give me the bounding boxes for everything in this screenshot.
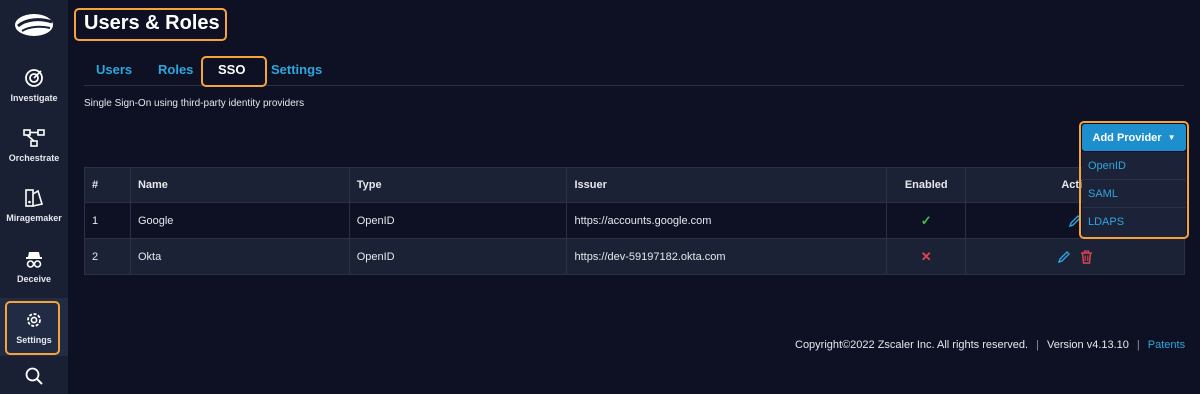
page-subtitle: Single Sign-On using third-party identit…	[84, 98, 305, 109]
tab-bar: Users Roles SSO Settings	[84, 56, 1184, 86]
miragemaker-icon	[25, 188, 44, 207]
investigate-icon	[25, 68, 43, 87]
cloud-logo-icon	[15, 14, 53, 36]
nav-miragemaker[interactable]: Miragemaker	[0, 176, 68, 234]
cell-number: 1	[84, 202, 131, 239]
cell-number: 2	[84, 238, 131, 275]
cross-icon: ✕	[920, 248, 932, 264]
copyright-text: Copyright©2022 Zscaler Inc. All rights r…	[795, 339, 1029, 351]
zscaler-logo[interactable]	[0, 0, 68, 48]
nav-investigate-label: Investigate	[10, 92, 58, 103]
cell-type: OpenID	[348, 202, 568, 239]
cell-name: Okta	[129, 238, 350, 275]
nav-investigate[interactable]: Investigate	[0, 56, 68, 114]
nav-miragemaker-label: Miragemaker	[6, 212, 62, 223]
cell-enabled: ✓	[886, 202, 967, 239]
tab-users[interactable]: Users	[96, 62, 132, 77]
cell-actions	[965, 238, 1185, 275]
footer-divider: |	[1136, 339, 1140, 351]
add-provider-label: Add Provider	[1092, 131, 1162, 144]
gear-icon	[27, 312, 41, 327]
deceive-icon	[26, 251, 42, 268]
tab-settings[interactable]: Settings	[271, 62, 322, 77]
add-provider-button[interactable]: Add Provider ▼	[1082, 124, 1186, 151]
nav-deceive[interactable]: Deceive	[0, 237, 68, 295]
footer: Copyright©2022 Zscaler Inc. All rights r…	[795, 339, 1185, 351]
cell-type: OpenID	[348, 238, 568, 275]
edit-pencil-icon[interactable]	[1068, 214, 1082, 228]
cell-issuer: https://accounts.google.com	[566, 202, 888, 239]
col-number: #	[84, 167, 131, 203]
nav-orchestrate-label: Orchestrate	[8, 152, 60, 163]
tab-sso[interactable]: SSO	[218, 62, 245, 77]
nav-search[interactable]	[0, 358, 68, 394]
menu-item-saml[interactable]: SAML	[1082, 180, 1186, 208]
nav-deceive-label: Deceive	[16, 273, 52, 284]
nav-settings[interactable]: Settings	[0, 298, 68, 356]
table-row: 2 Okta OpenID https://dev-59197182.okta.…	[84, 238, 1185, 275]
sidebar: Investigate Orchestrate Miragemaker Dece…	[0, 0, 68, 394]
nav-orchestrate[interactable]: Orchestrate	[0, 116, 68, 174]
cell-enabled: ✕	[886, 238, 967, 275]
nav-settings-label: Settings	[16, 334, 52, 345]
col-name[interactable]: Name	[129, 167, 350, 203]
patents-link[interactable]: Patents	[1148, 339, 1185, 351]
add-provider-menu: OpenID SAML LDAPS	[1082, 152, 1186, 237]
menu-item-ldaps[interactable]: LDAPS	[1082, 208, 1186, 236]
caret-down-icon: ▼	[1167, 133, 1176, 142]
search-icon	[25, 367, 43, 385]
col-issuer[interactable]: Issuer	[566, 167, 888, 203]
page-title: Users & Roles	[84, 12, 220, 34]
version-text: Version v4.13.10	[1046, 339, 1129, 351]
sso-providers-table: # Name Type Issuer Enabled Actio 1 Googl…	[84, 167, 1185, 275]
table-row: 1 Google OpenID https://accounts.google.…	[84, 202, 1185, 239]
col-enabled[interactable]: Enabled	[886, 167, 967, 203]
col-type[interactable]: Type	[348, 167, 568, 203]
check-icon: ✓	[920, 212, 932, 228]
cell-issuer: https://dev-59197182.okta.com	[566, 238, 888, 275]
trash-icon[interactable]	[1080, 249, 1093, 264]
menu-item-openid[interactable]: OpenID	[1082, 152, 1186, 180]
orchestrate-icon	[23, 128, 45, 147]
edit-pencil-icon[interactable]	[1057, 250, 1071, 264]
footer-divider: |	[1036, 339, 1039, 351]
cell-name: Google	[129, 202, 350, 239]
tab-roles[interactable]: Roles	[158, 62, 193, 77]
table-header-row: # Name Type Issuer Enabled Actio	[84, 167, 1185, 203]
